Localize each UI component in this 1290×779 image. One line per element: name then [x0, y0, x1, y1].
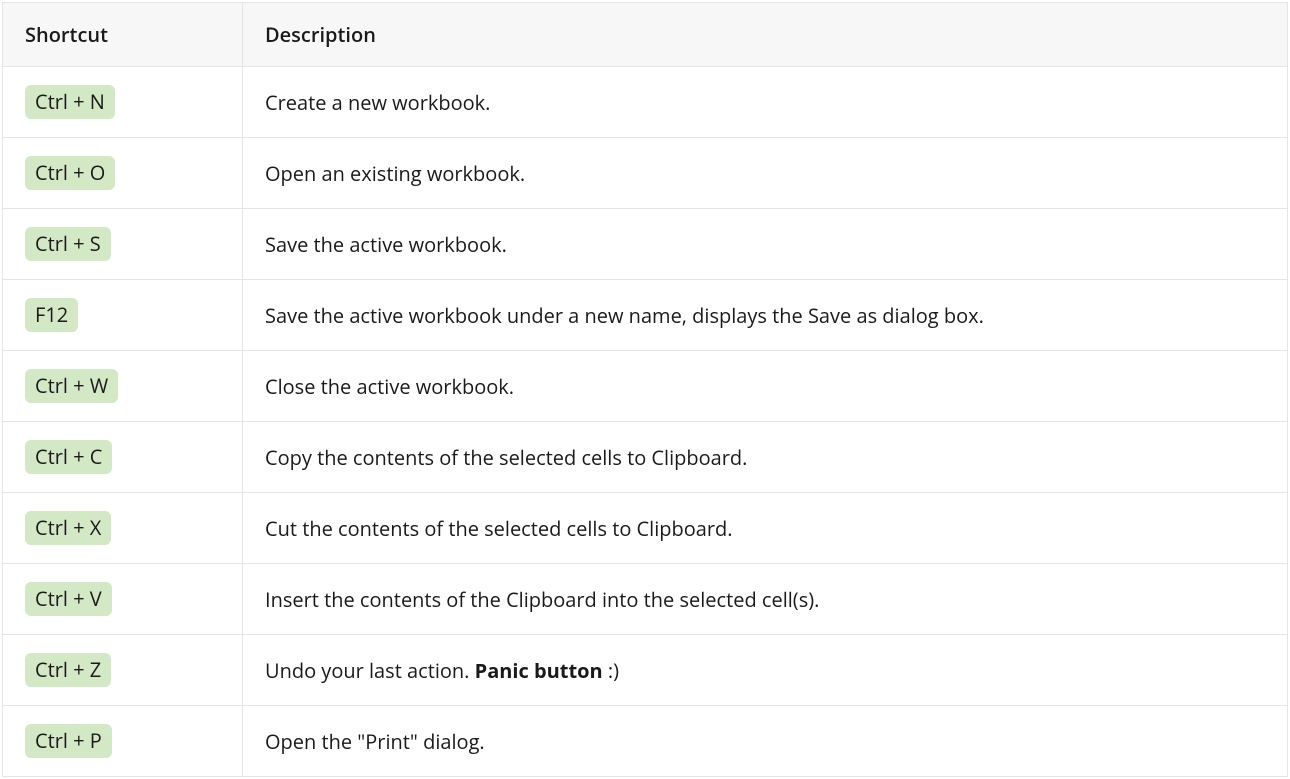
table-row: Ctrl + C Copy the contents of the select…: [3, 422, 1288, 493]
description-text-bold: Panic button: [475, 657, 603, 684]
header-description: Description: [243, 3, 1288, 67]
shortcut-key-badge: Ctrl + W: [25, 369, 118, 403]
description-text-post: :): [603, 657, 619, 684]
description-cell: Open an existing workbook.: [243, 138, 1288, 209]
shortcuts-table: Shortcut Description Ctrl + N Create a n…: [2, 2, 1288, 777]
description-cell: Copy the contents of the selected cells …: [243, 422, 1288, 493]
description-cell: Cut the contents of the selected cells t…: [243, 493, 1288, 564]
shortcut-key-badge: Ctrl + S: [25, 227, 111, 261]
table-row: Ctrl + V Insert the contents of the Clip…: [3, 564, 1288, 635]
table-row: Ctrl + S Save the active workbook.: [3, 209, 1288, 280]
table-header-row: Shortcut Description: [3, 3, 1288, 67]
table-row: Ctrl + O Open an existing workbook.: [3, 138, 1288, 209]
shortcut-key-badge: Ctrl + Z: [25, 653, 111, 687]
description-cell: Close the active workbook.: [243, 351, 1288, 422]
shortcut-key-badge: Ctrl + X: [25, 511, 111, 545]
shortcut-cell: Ctrl + N: [3, 67, 243, 138]
shortcut-cell: Ctrl + X: [3, 493, 243, 564]
table-row: Ctrl + Z Undo your last action. Panic bu…: [3, 635, 1288, 706]
description-cell: Undo your last action. Panic button :): [243, 635, 1288, 706]
table-row: Ctrl + X Cut the contents of the selecte…: [3, 493, 1288, 564]
description-text-pre: Undo your last action.: [265, 657, 475, 684]
table-row: F12 Save the active workbook under a new…: [3, 280, 1288, 351]
description-cell: Save the active workbook under a new nam…: [243, 280, 1288, 351]
table-row: Ctrl + W Close the active workbook.: [3, 351, 1288, 422]
shortcut-key-badge: F12: [25, 298, 78, 332]
shortcut-key-badge: Ctrl + N: [25, 85, 115, 119]
shortcut-cell: Ctrl + W: [3, 351, 243, 422]
table-row: Ctrl + N Create a new workbook.: [3, 67, 1288, 138]
shortcut-cell: Ctrl + S: [3, 209, 243, 280]
shortcut-key-badge: Ctrl + P: [25, 724, 112, 758]
description-cell: Create a new workbook.: [243, 67, 1288, 138]
shortcut-cell: Ctrl + C: [3, 422, 243, 493]
description-cell: Save the active workbook.: [243, 209, 1288, 280]
shortcut-cell: F12: [3, 280, 243, 351]
shortcut-cell: Ctrl + O: [3, 138, 243, 209]
table-row: Ctrl + P Open the "Print" dialog.: [3, 706, 1288, 777]
shortcut-key-badge: Ctrl + V: [25, 582, 112, 616]
header-shortcut: Shortcut: [3, 3, 243, 67]
description-cell: Open the "Print" dialog.: [243, 706, 1288, 777]
description-cell: Insert the contents of the Clipboard int…: [243, 564, 1288, 635]
shortcut-key-badge: Ctrl + O: [25, 156, 115, 190]
shortcut-key-badge: Ctrl + C: [25, 440, 112, 474]
shortcut-cell: Ctrl + P: [3, 706, 243, 777]
shortcut-cell: Ctrl + V: [3, 564, 243, 635]
shortcut-cell: Ctrl + Z: [3, 635, 243, 706]
